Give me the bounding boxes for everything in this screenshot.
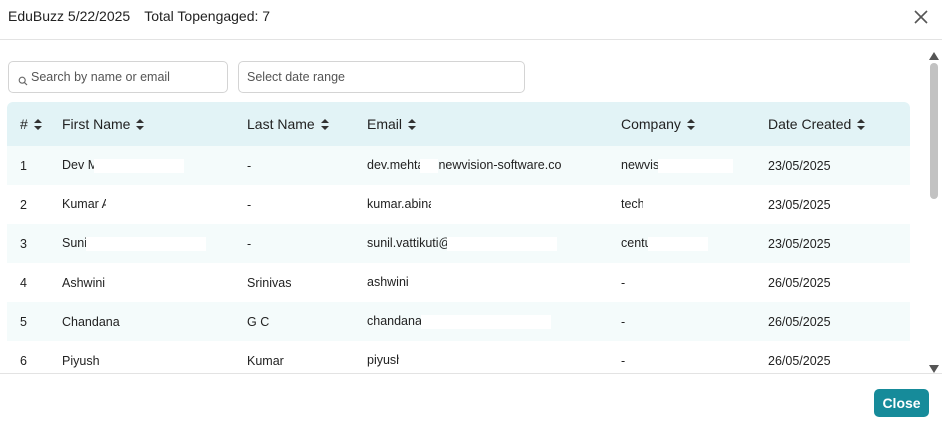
table-row[interactable]: 5 Chandana G C chandana. - 26/05/2025	[7, 302, 910, 341]
search-icon	[18, 73, 28, 86]
column-header-last-name[interactable]: Last Name	[247, 102, 367, 146]
cell-date-created: 23/05/2025	[768, 185, 910, 224]
cell-number: 3	[7, 224, 62, 263]
redaction	[421, 314, 552, 329]
cell-number: 5	[7, 302, 62, 341]
cell-first-name: Ashwini	[62, 263, 247, 302]
cell-number: 4	[7, 263, 62, 302]
redaction	[647, 236, 708, 251]
cell-first-name: Chandana	[62, 302, 247, 341]
table-row[interactable]: 3 Sunil - sunil.vattikuti@ centu 23/05/2…	[7, 224, 910, 263]
title-text: EduBuzz 5/22/2025	[8, 8, 131, 24]
cell-email: kumar.abina	[367, 185, 621, 224]
modal-title: EduBuzz 5/22/2025 Total Topengaged: 7	[8, 8, 270, 24]
cell-company: -	[621, 302, 768, 341]
modal-body: # First Name Last Name Email Company Dat…	[0, 41, 942, 374]
close-button[interactable]: Close	[874, 389, 929, 417]
sort-icon[interactable]	[136, 118, 145, 130]
users-table: # First Name Last Name Email Company Dat…	[7, 102, 910, 373]
vertical-scrollbar[interactable]	[926, 41, 942, 373]
column-header-company[interactable]: Company	[621, 102, 768, 146]
cell-last-name: Srinivas	[247, 263, 367, 302]
cell-email: ashwini.	[367, 263, 621, 302]
cell-first-name: Piyush	[62, 341, 247, 373]
cell-company: techj	[621, 185, 768, 224]
redaction	[105, 197, 201, 212]
cell-email: dev.mehta newvision-software.co	[367, 146, 621, 185]
date-range-input[interactable]	[247, 62, 517, 92]
cell-company: -	[621, 341, 768, 373]
cell-last-name: -	[247, 185, 367, 224]
cell-date-created: 23/05/2025	[768, 146, 910, 185]
scrollbar-thumb[interactable]	[930, 63, 938, 199]
cell-last-name: -	[247, 224, 367, 263]
redaction	[408, 275, 549, 290]
column-header-date-created[interactable]: Date Created	[768, 102, 910, 146]
cell-last-name: -	[247, 146, 367, 185]
cell-email: piyush	[367, 341, 621, 373]
cell-number: 2	[7, 185, 62, 224]
cell-first-name: Kumar A	[62, 185, 247, 224]
cell-number: 6	[7, 341, 62, 373]
total-count-label: Total Topengaged: 7	[144, 8, 271, 24]
cell-date-created: 26/05/2025	[768, 263, 910, 302]
sort-icon[interactable]	[857, 118, 866, 130]
engaged-users-modal: EduBuzz 5/22/2025 Total Topengaged: 7 Se…	[0, 0, 942, 422]
redaction	[658, 158, 733, 173]
sort-icon[interactable]	[320, 118, 329, 130]
cell-date-created: 26/05/2025	[768, 341, 910, 373]
users-table-wrap: # First Name Last Name Email Company Dat…	[7, 102, 910, 373]
redaction	[420, 158, 439, 173]
table-row[interactable]: 1 Dev M - dev.mehta newvision-software.co…	[7, 146, 910, 185]
scroll-up-arrow-icon[interactable]	[929, 47, 939, 60]
cell-number: 1	[7, 146, 62, 185]
cell-last-name: G C	[247, 302, 367, 341]
redaction	[643, 197, 694, 212]
cell-date-created: 23/05/2025	[768, 224, 910, 263]
column-header-email[interactable]: Email	[367, 102, 621, 146]
column-header-number[interactable]: #	[7, 102, 62, 146]
table-row[interactable]: 6 Piyush Kumar piyush - 26/05/2025	[7, 341, 910, 373]
redaction	[447, 236, 558, 251]
cell-email: sunil.vattikuti@	[367, 224, 621, 263]
redaction	[85, 236, 206, 251]
sort-icon[interactable]	[686, 118, 695, 130]
cell-company: centu	[621, 224, 768, 263]
cell-first-name: Sunil	[62, 224, 247, 263]
sort-icon[interactable]	[33, 118, 42, 130]
sort-icon[interactable]	[408, 118, 417, 130]
date-range-field[interactable]	[238, 61, 525, 93]
cell-last-name: Kumar	[247, 341, 367, 373]
cell-company: -	[621, 263, 768, 302]
redaction	[431, 197, 552, 212]
redaction	[399, 353, 540, 368]
close-icon[interactable]	[912, 8, 930, 26]
table-row[interactable]: 2 Kumar A - kumar.abina techj 23/05/2025	[7, 185, 910, 224]
modal-header: EduBuzz 5/22/2025 Total Topengaged: 7	[0, 0, 942, 40]
cell-date-created: 26/05/2025	[768, 302, 910, 341]
table-header-row: # First Name Last Name Email Company Dat…	[7, 102, 910, 146]
search-field[interactable]	[8, 61, 228, 93]
table-row[interactable]: 4 Ashwini Srinivas ashwini. - 26/05/2025	[7, 263, 910, 302]
search-input[interactable]	[31, 62, 221, 92]
cell-company: newvisi	[621, 146, 768, 185]
redaction	[94, 158, 185, 173]
cell-email: chandana.	[367, 302, 621, 341]
column-header-first-name[interactable]: First Name	[62, 102, 247, 146]
cell-first-name: Dev M	[62, 146, 247, 185]
scroll-down-arrow-icon[interactable]	[929, 360, 939, 373]
